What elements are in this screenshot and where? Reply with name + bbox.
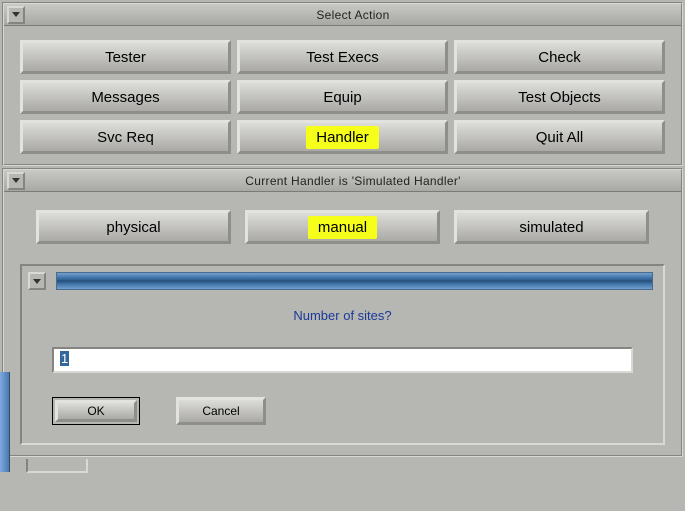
- quit-all-button[interactable]: Quit All: [454, 120, 665, 154]
- prompt-titlebar: [56, 272, 653, 290]
- test-execs-button[interactable]: Test Execs: [237, 40, 448, 74]
- prompt-panel: Number of sites? 1 OK Cancel: [20, 264, 665, 445]
- select-action-titlebar: Select Action: [4, 4, 681, 26]
- chevron-down-icon: [12, 12, 20, 17]
- highlight-marker: manual: [318, 219, 367, 236]
- collapse-button[interactable]: [7, 172, 25, 190]
- handler-title: Current Handler is 'Simulated Handler': [25, 174, 681, 188]
- physical-button[interactable]: physical: [36, 210, 231, 244]
- collapse-button[interactable]: [7, 6, 25, 24]
- handler-panel: Current Handler is 'Simulated Handler' p…: [2, 168, 683, 457]
- sites-input[interactable]: 1: [52, 347, 633, 373]
- highlight-marker: Handler: [316, 129, 369, 146]
- test-objects-button[interactable]: Test Objects: [454, 80, 665, 114]
- messages-button[interactable]: Messages: [20, 80, 231, 114]
- handler-titlebar: Current Handler is 'Simulated Handler': [4, 170, 681, 192]
- simulated-button[interactable]: simulated: [454, 210, 649, 244]
- action-grid: Tester Test Execs Check Messages Equip T…: [4, 26, 681, 164]
- chevron-down-icon: [33, 279, 41, 284]
- cancel-button[interactable]: Cancel: [176, 397, 266, 425]
- select-action-title: Select Action: [25, 8, 681, 22]
- manual-button[interactable]: manual: [245, 210, 440, 244]
- window-edge: [0, 372, 10, 472]
- select-action-panel: Select Action Tester Test Execs Check Me…: [2, 2, 683, 166]
- ok-button[interactable]: OK: [55, 400, 137, 422]
- dialog-buttons: OK Cancel: [22, 381, 663, 443]
- default-button-frame: OK: [52, 397, 140, 425]
- equip-button[interactable]: Equip: [237, 80, 448, 114]
- tester-button[interactable]: Tester: [20, 40, 231, 74]
- chevron-down-icon: [12, 178, 20, 183]
- collapse-button[interactable]: [28, 272, 46, 290]
- check-button[interactable]: Check: [454, 40, 665, 74]
- app-window: Select Action Tester Test Execs Check Me…: [0, 2, 685, 473]
- handler-mode-row: physical manual simulated: [4, 192, 681, 260]
- prompt-label: Number of sites?: [22, 308, 663, 323]
- input-row: 1: [52, 347, 633, 373]
- svc-req-button[interactable]: Svc Req: [20, 120, 231, 154]
- handler-button[interactable]: Handler: [237, 120, 448, 154]
- fragment: [26, 459, 88, 473]
